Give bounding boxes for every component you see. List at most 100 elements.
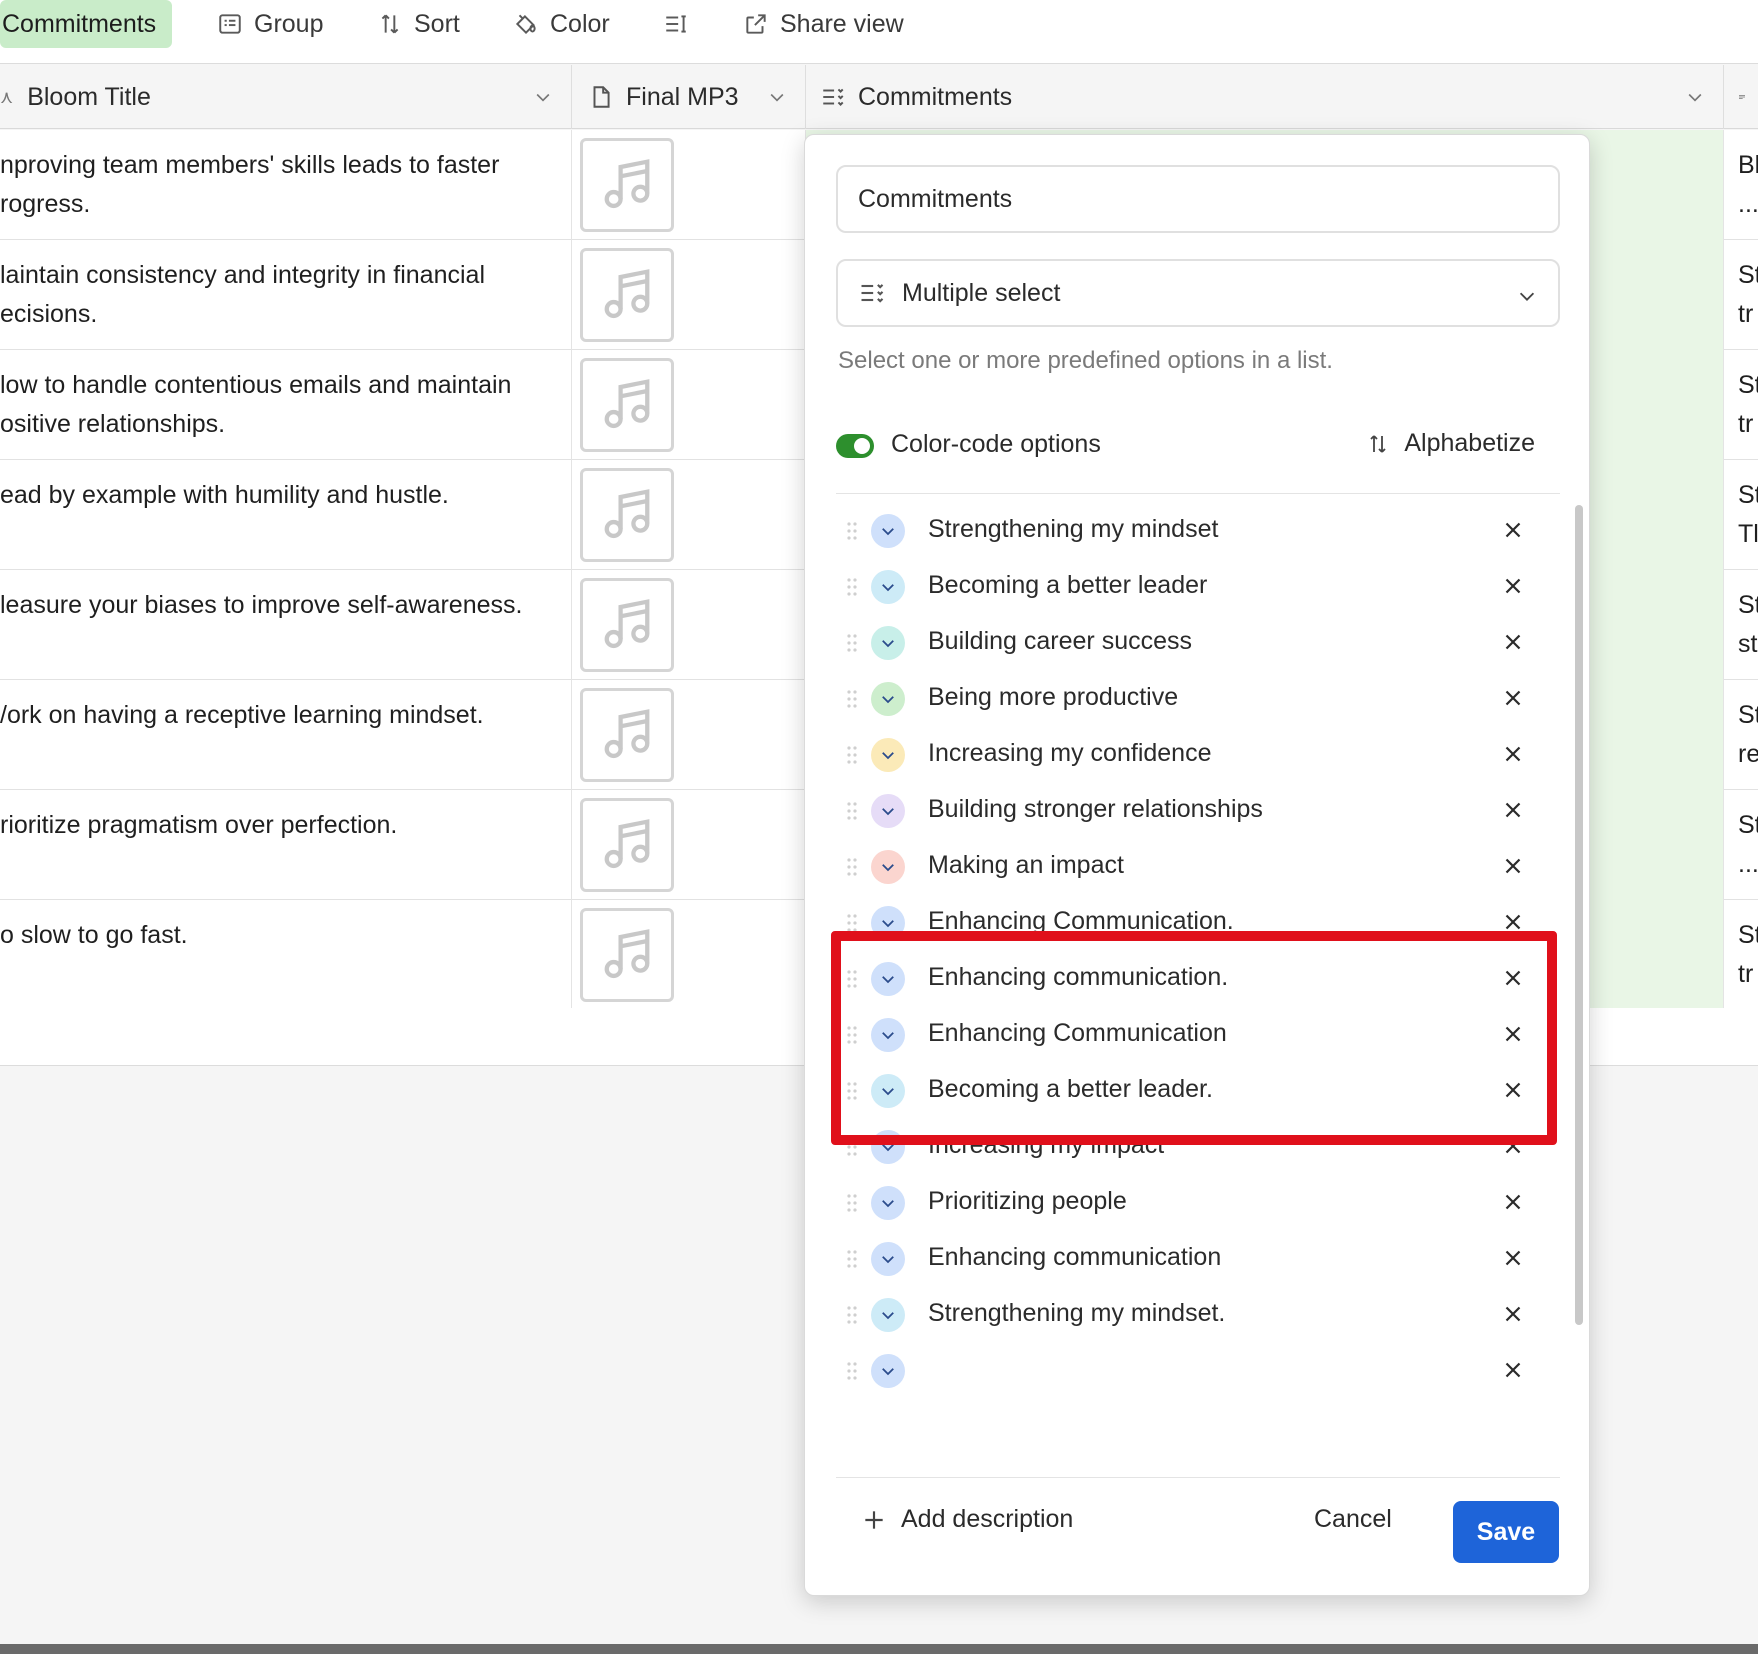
option-color-swatch[interactable] bbox=[871, 850, 905, 884]
close-icon[interactable] bbox=[1500, 741, 1526, 767]
drag-handle-icon[interactable] bbox=[846, 801, 858, 821]
close-icon[interactable] bbox=[1500, 1301, 1526, 1327]
close-icon[interactable] bbox=[1500, 853, 1526, 879]
drag-handle-icon[interactable] bbox=[846, 1361, 858, 1381]
bloom-title-cell[interactable]: o slow to go fast. bbox=[0, 900, 572, 1010]
drag-handle-icon[interactable] bbox=[846, 1193, 858, 1213]
option-color-swatch[interactable] bbox=[871, 682, 905, 716]
option-label[interactable]: Strengthening my mindset. bbox=[928, 1299, 1225, 1328]
group-button[interactable]: Group bbox=[216, 0, 323, 48]
next-column-cell[interactable]: St tr bbox=[1724, 350, 1758, 460]
option-label[interactable]: Building career success bbox=[928, 627, 1192, 656]
option-label[interactable]: Becoming a better leader. bbox=[928, 1075, 1213, 1104]
option-item[interactable]: Making an impact bbox=[836, 835, 1560, 897]
audio-file-thumbnail[interactable] bbox=[580, 468, 674, 562]
close-icon[interactable] bbox=[1500, 629, 1526, 655]
option-label[interactable]: Enhancing communication. bbox=[928, 963, 1228, 992]
option-item[interactable]: Increasing my impact bbox=[836, 1115, 1560, 1177]
final-mp3-cell[interactable] bbox=[572, 790, 806, 900]
close-icon[interactable] bbox=[1500, 1245, 1526, 1271]
color-code-toggle[interactable] bbox=[836, 434, 874, 458]
next-column-cell[interactable]: St tr bbox=[1724, 900, 1758, 1010]
option-label[interactable]: Being more productive bbox=[928, 683, 1178, 712]
column-header-final-mp3[interactable]: Final MP3 bbox=[572, 65, 806, 129]
share-view-button[interactable]: Share view bbox=[742, 0, 904, 48]
drag-handle-icon[interactable] bbox=[846, 745, 858, 765]
option-item[interactable] bbox=[836, 1339, 1560, 1401]
bloom-title-cell[interactable]: ead by example with humility and hustle. bbox=[0, 460, 572, 570]
add-description-button[interactable]: Add description bbox=[861, 1505, 1073, 1534]
final-mp3-cell[interactable] bbox=[572, 570, 806, 680]
column-header-bloom-title[interactable]: ⋏ Bloom Title bbox=[0, 65, 572, 129]
bloom-title-cell[interactable]: /ork on having a receptive learning mind… bbox=[0, 680, 572, 790]
next-column-cell[interactable]: Bl... bbox=[1724, 130, 1758, 240]
option-color-swatch[interactable] bbox=[871, 1298, 905, 1332]
close-icon[interactable] bbox=[1500, 965, 1526, 991]
option-color-swatch[interactable] bbox=[871, 738, 905, 772]
field-type-select[interactable]: Multiple select bbox=[836, 259, 1560, 327]
option-item[interactable]: Enhancing communication bbox=[836, 1227, 1560, 1289]
audio-file-thumbnail[interactable] bbox=[580, 358, 674, 452]
drag-handle-icon[interactable] bbox=[846, 969, 858, 989]
audio-file-thumbnail[interactable] bbox=[580, 798, 674, 892]
next-column-cell[interactable]: St st bbox=[1724, 570, 1758, 680]
drag-handle-icon[interactable] bbox=[846, 1305, 858, 1325]
bloom-title-cell[interactable]: rioritize pragmatism over perfection. bbox=[0, 790, 572, 900]
option-color-swatch[interactable] bbox=[871, 1242, 905, 1276]
drag-handle-icon[interactable] bbox=[846, 857, 858, 877]
option-color-swatch[interactable] bbox=[871, 794, 905, 828]
option-label[interactable]: Making an impact bbox=[928, 851, 1124, 880]
final-mp3-cell[interactable] bbox=[572, 460, 806, 570]
view-name-tab[interactable]: Commitments bbox=[0, 0, 173, 48]
column-header-next[interactable] bbox=[1724, 65, 1758, 129]
final-mp3-cell[interactable] bbox=[572, 350, 806, 460]
final-mp3-cell[interactable] bbox=[572, 900, 806, 1010]
option-color-swatch[interactable] bbox=[871, 1130, 905, 1164]
drag-handle-icon[interactable] bbox=[846, 521, 858, 541]
next-column-cell[interactable]: St... bbox=[1724, 790, 1758, 900]
option-item[interactable]: Strengthening my mindset. bbox=[836, 1283, 1560, 1345]
drag-handle-icon[interactable] bbox=[846, 633, 858, 653]
close-icon[interactable] bbox=[1500, 1077, 1526, 1103]
option-label[interactable]: Building stronger relationships bbox=[928, 795, 1263, 824]
option-label[interactable]: Enhancing communication bbox=[928, 1243, 1221, 1272]
column-header-commitments[interactable]: Commitments bbox=[806, 65, 1724, 129]
option-item[interactable]: Building career success bbox=[836, 611, 1560, 673]
option-color-swatch[interactable] bbox=[871, 962, 905, 996]
final-mp3-cell[interactable] bbox=[572, 680, 806, 790]
next-column-cell[interactable]: St re bbox=[1724, 680, 1758, 790]
option-color-swatch[interactable] bbox=[871, 1186, 905, 1220]
option-label[interactable]: Increasing my impact bbox=[928, 1131, 1164, 1160]
close-icon[interactable] bbox=[1500, 1357, 1526, 1383]
audio-file-thumbnail[interactable] bbox=[580, 138, 674, 232]
option-item[interactable]: Strengthening my mindset bbox=[836, 499, 1560, 561]
chevron-down-icon[interactable] bbox=[533, 87, 553, 107]
option-item[interactable]: Increasing my confidence bbox=[836, 723, 1560, 785]
drag-handle-icon[interactable] bbox=[846, 1137, 858, 1157]
bloom-title-cell[interactable]: low to handle contentious emails and mai… bbox=[0, 350, 572, 460]
option-color-swatch[interactable] bbox=[871, 626, 905, 660]
close-icon[interactable] bbox=[1500, 517, 1526, 543]
bloom-title-cell[interactable]: laintain consistency and integrity in fi… bbox=[0, 240, 572, 350]
close-icon[interactable] bbox=[1500, 797, 1526, 823]
next-column-cell[interactable]: St tr bbox=[1724, 240, 1758, 350]
option-color-swatch[interactable] bbox=[871, 514, 905, 548]
drag-handle-icon[interactable] bbox=[846, 689, 858, 709]
option-item[interactable]: Building stronger relationships bbox=[836, 779, 1560, 841]
options-scrollbar[interactable] bbox=[1575, 505, 1583, 1325]
audio-file-thumbnail[interactable] bbox=[580, 248, 674, 342]
audio-file-thumbnail[interactable] bbox=[580, 908, 674, 1002]
close-icon[interactable] bbox=[1500, 573, 1526, 599]
close-icon[interactable] bbox=[1500, 1189, 1526, 1215]
drag-handle-icon[interactable] bbox=[846, 1025, 858, 1045]
option-color-swatch[interactable] bbox=[871, 1018, 905, 1052]
cancel-button[interactable]: Cancel bbox=[1314, 1505, 1392, 1534]
bloom-title-cell[interactable]: nproving team members' skills leads to f… bbox=[0, 130, 572, 240]
option-item[interactable]: Being more productive bbox=[836, 667, 1560, 729]
option-label[interactable]: Prioritizing people bbox=[928, 1187, 1127, 1216]
option-label[interactable]: Increasing my confidence bbox=[928, 739, 1211, 768]
option-label[interactable]: Becoming a better leader bbox=[928, 571, 1207, 600]
close-icon[interactable] bbox=[1500, 1133, 1526, 1159]
close-icon[interactable] bbox=[1500, 1021, 1526, 1047]
sort-button[interactable]: Sort bbox=[376, 0, 460, 48]
